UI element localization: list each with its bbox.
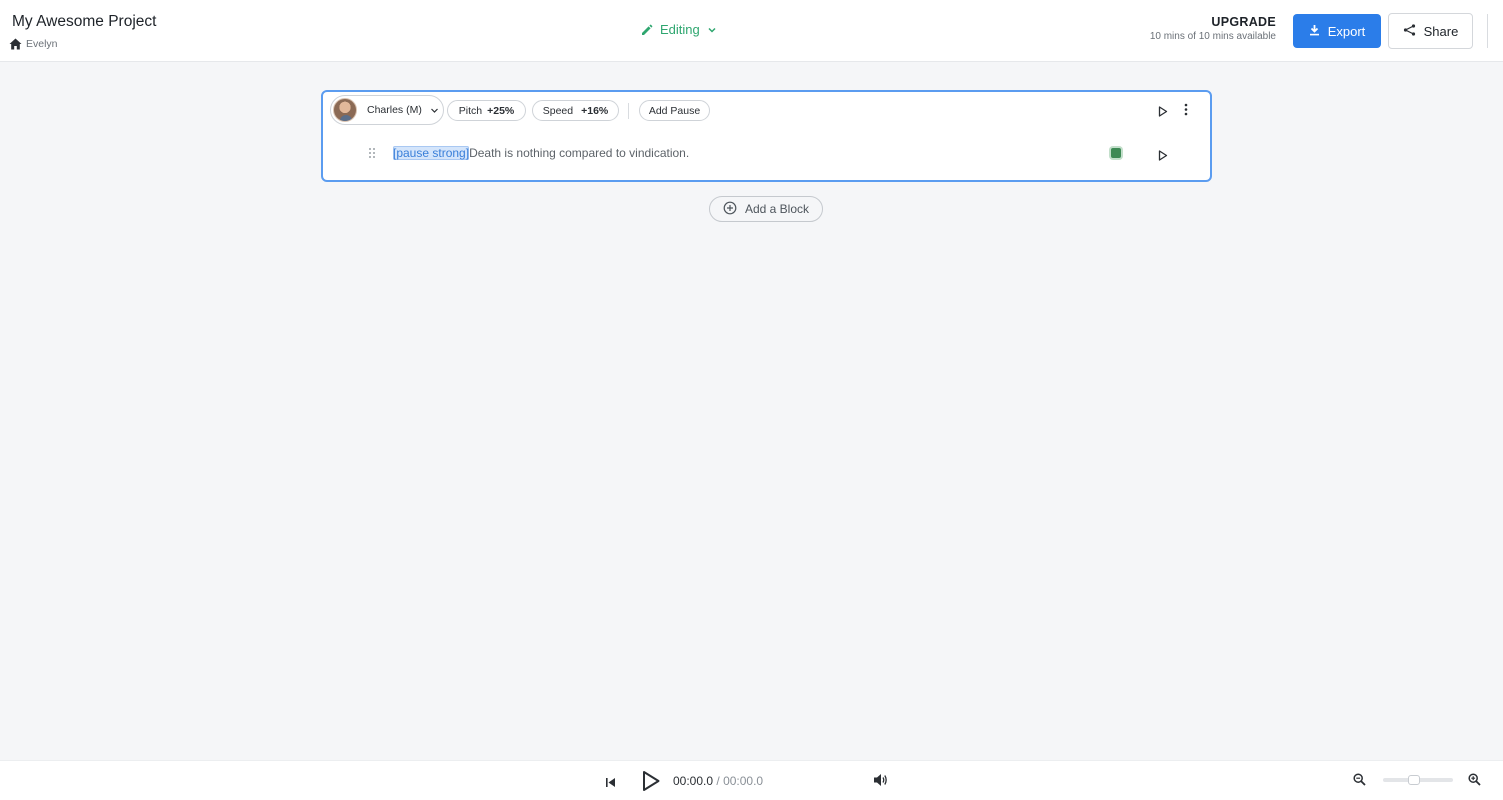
chevron-down-icon: [707, 25, 717, 35]
zoom-out-icon[interactable]: [1353, 773, 1366, 791]
home-icon: [9, 38, 22, 50]
pause-tag[interactable]: [pause strong]: [393, 146, 470, 160]
share-label: Share: [1423, 23, 1459, 39]
voice-name: Charles (M): [367, 104, 422, 116]
add-pause-button[interactable]: Add Pause: [639, 100, 710, 121]
play-block-icon[interactable]: [1158, 104, 1168, 122]
time-readout: 00:00.0 / 00:00.0: [673, 774, 763, 788]
upgrade-area: UPGRADE 10 mins of 10 mins available: [1150, 15, 1276, 42]
mode-label: Editing: [660, 22, 700, 37]
time-separator: /: [713, 774, 724, 788]
share-icon: [1403, 23, 1416, 39]
pencil-icon: [641, 24, 653, 36]
drag-handle-icon[interactable]: [368, 146, 376, 164]
volume-icon[interactable]: [873, 773, 888, 792]
upgrade-link[interactable]: UPGRADE: [1150, 15, 1276, 29]
download-icon: [1309, 24, 1320, 39]
top-bar: My Awesome Project Evelyn Editing UPGRAD…: [0, 0, 1503, 62]
add-block-button[interactable]: Add a Block: [709, 196, 823, 222]
breadcrumb-workspace[interactable]: Evelyn: [26, 38, 58, 50]
mode-dropdown[interactable]: Editing: [641, 22, 717, 37]
toolbar-divider: [628, 103, 629, 119]
voice-selector[interactable]: Charles (M): [330, 95, 444, 125]
status-indicator: [1111, 148, 1121, 158]
play-icon[interactable]: [641, 770, 661, 797]
player-bar: 00:00.0 / 00:00.0: [0, 760, 1503, 800]
share-button[interactable]: Share: [1388, 13, 1473, 49]
voice-avatar: [333, 98, 357, 122]
skip-to-start-icon[interactable]: [605, 775, 616, 793]
pitch-label: Pitch: [458, 104, 483, 117]
speed-control[interactable]: Speed +16%: [532, 100, 619, 121]
speed-value: +16%: [581, 104, 609, 117]
line-text-editor[interactable]: [pause strong]Death is nothing compared …: [393, 146, 689, 160]
duration: 00:00.0: [723, 774, 764, 788]
current-time: 00:00.0: [673, 774, 714, 788]
chevron-down-icon: [430, 106, 439, 115]
export-label: Export: [1327, 23, 1366, 39]
project-title[interactable]: My Awesome Project: [12, 13, 156, 31]
usage-text: 10 mins of 10 mins available: [1149, 31, 1276, 42]
voice-block[interactable]: Charles (M) Pitch +25% Speed +16% Add Pa…: [321, 90, 1212, 182]
line-text: Death is nothing compared to vindication…: [469, 146, 690, 160]
pitch-value: +25%: [487, 104, 515, 117]
speed-label: Speed: [542, 104, 574, 117]
export-button[interactable]: Export: [1293, 14, 1381, 48]
more-options-icon[interactable]: [1183, 103, 1189, 121]
plus-circle-icon: [723, 201, 737, 218]
zoom-slider-thumb[interactable]: [1408, 775, 1420, 785]
breadcrumb[interactable]: Evelyn: [9, 38, 58, 50]
add-block-label: Add a Block: [744, 202, 810, 216]
pitch-control[interactable]: Pitch +25%: [447, 100, 526, 121]
header-divider: [1487, 14, 1488, 48]
play-line-icon[interactable]: [1158, 148, 1168, 166]
zoom-in-icon[interactable]: [1468, 773, 1481, 791]
